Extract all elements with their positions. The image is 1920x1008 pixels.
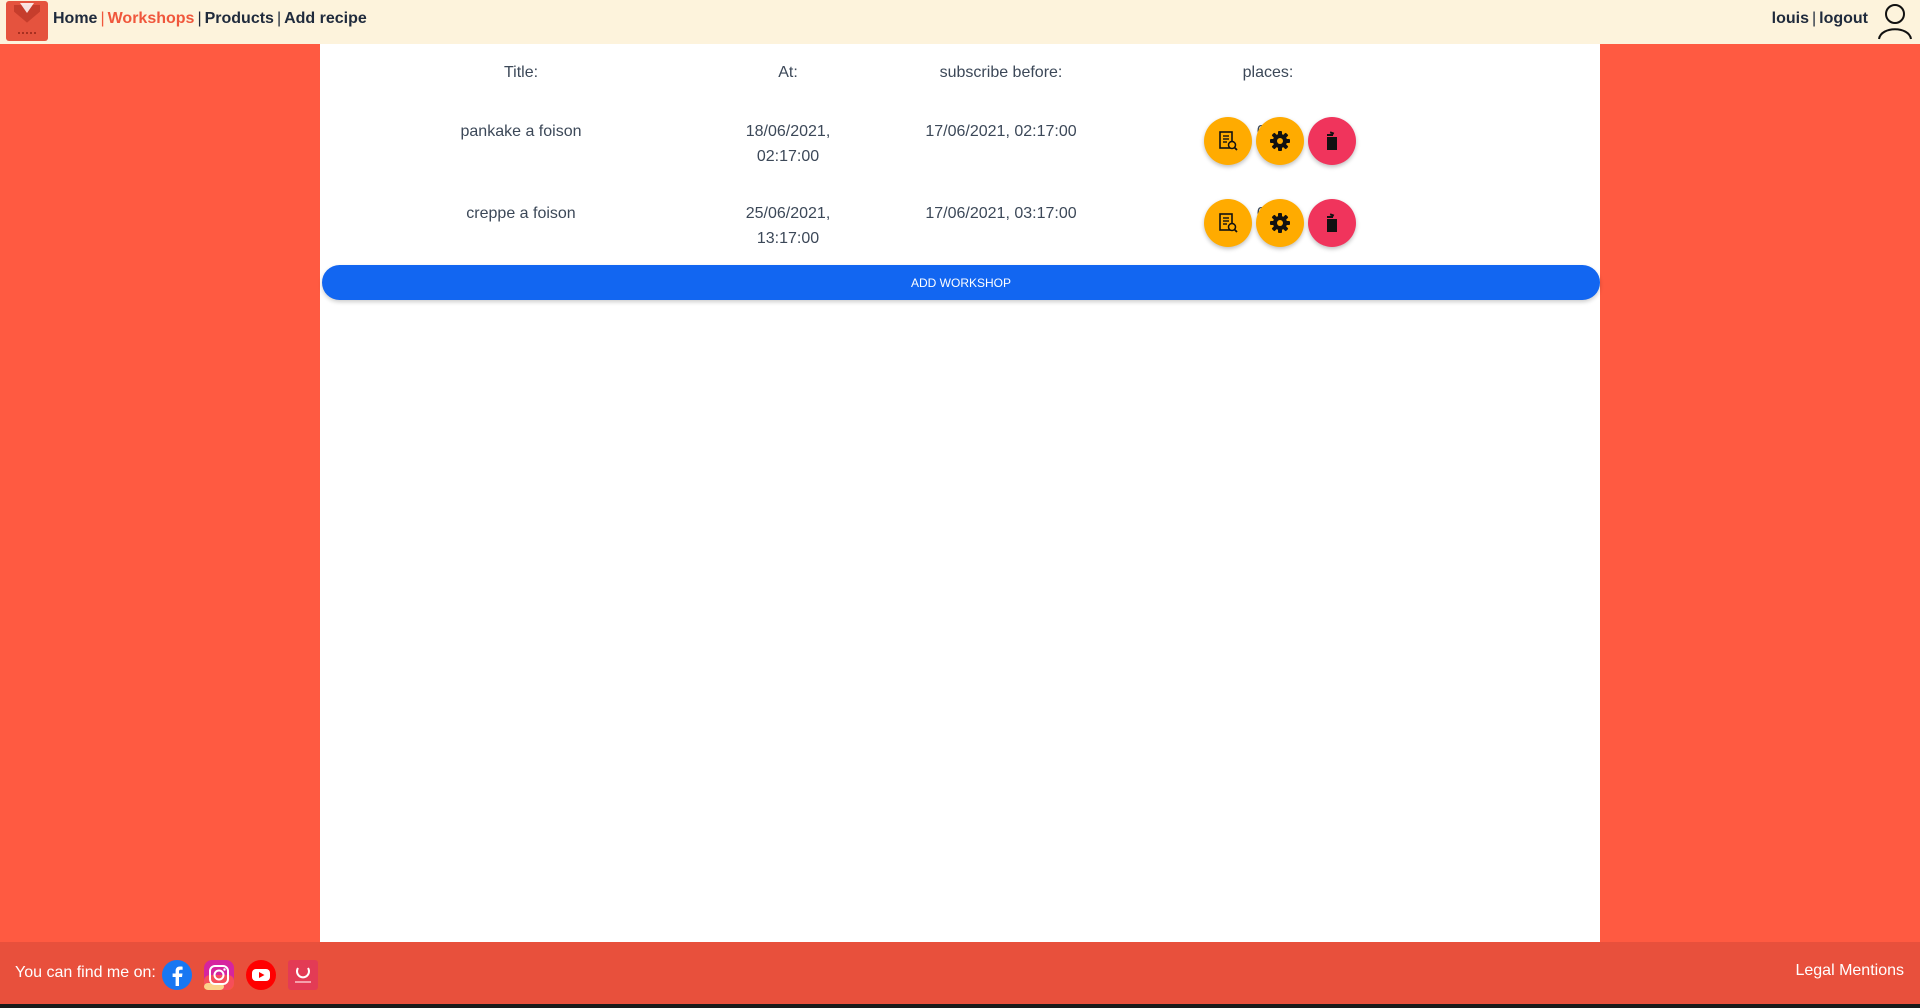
delete-button[interactable]: [1308, 117, 1356, 165]
view-button[interactable]: [1204, 117, 1252, 165]
settings-button[interactable]: [1256, 199, 1304, 247]
trash-icon: [1327, 213, 1337, 232]
brand-link[interactable]: [286, 958, 320, 992]
row-at: 18/06/2021, 02:17:00: [746, 119, 831, 169]
row-at-date: 18/06/2021,: [745, 123, 831, 140]
view-icon: [1219, 213, 1238, 233]
instagram-icon: [204, 960, 234, 990]
settings-button[interactable]: [1256, 117, 1304, 165]
footer: You can find me on: Legal Mentions: [0, 942, 1920, 1008]
gear-icon: [1270, 213, 1290, 233]
row-actions: [1204, 117, 1356, 165]
brand-icon: [288, 960, 318, 990]
row-subscribe-before: 17/06/2021, 03:17:00: [925, 205, 1077, 222]
logo-dots: [18, 32, 36, 35]
row-title: pankake a foison: [460, 123, 582, 140]
row-at-time: 02:17:00: [756, 148, 820, 165]
nav-separator: |: [276, 10, 282, 27]
row-title: creppe a foison: [466, 205, 576, 222]
gear-icon: [1270, 131, 1290, 151]
header-at: At:: [778, 64, 798, 81]
nav-separator: |: [197, 10, 202, 27]
nav-products[interactable]: Products: [205, 10, 274, 27]
nav-separator: |: [100, 10, 105, 27]
add-workshop-button[interactable]: ADD WORKSHOP: [322, 265, 1600, 300]
header-title: Title:: [503, 64, 539, 81]
youtube-link[interactable]: [244, 958, 278, 992]
workshops-panel: Title: At: subscribe before: places: pan…: [320, 44, 1600, 942]
top-navbar: Home | Workshops | Products | Add recipe louis…: [0, 0, 1920, 44]
row-actions: [1204, 199, 1356, 247]
legal-mentions-link[interactable]: Legal Mentions: [1795, 962, 1904, 980]
header-subscribe-before: subscribe before:: [939, 64, 1063, 81]
delete-button[interactable]: [1308, 199, 1356, 247]
trash-icon: [1327, 131, 1337, 150]
youtube-icon: [246, 960, 276, 990]
main-nav: Home | Workshops | Products | Add recipe: [53, 10, 367, 28]
nav-add-recipe[interactable]: Add recipe: [284, 10, 367, 27]
row-subscribe-before: 17/06/2021, 02:17:00: [925, 123, 1077, 140]
header-places: places:: [1242, 64, 1294, 81]
user-separator: |: [1811, 10, 1817, 27]
site-logo[interactable]: [6, 1, 48, 41]
nav-home[interactable]: Home: [53, 10, 97, 27]
row-at-time: 13:17:00: [756, 230, 820, 247]
footer-find-text: You can find me on:: [15, 964, 156, 981]
facebook-icon: [162, 960, 192, 990]
row-at: 25/06/2021, 13:17:00: [746, 201, 831, 251]
view-icon: [1219, 131, 1238, 151]
bottom-edge: [0, 1004, 1920, 1008]
user-menu: louis | logout: [1772, 10, 1868, 28]
username-link[interactable]: louis: [1772, 10, 1809, 27]
row-at-date: 25/06/2021,: [745, 205, 831, 222]
nav-workshops[interactable]: Workshops: [108, 10, 195, 27]
view-button[interactable]: [1204, 199, 1252, 247]
facebook-link[interactable]: [160, 958, 194, 992]
logout-link[interactable]: logout: [1819, 10, 1868, 27]
instagram-link[interactable]: [202, 958, 236, 992]
user-icon[interactable]: [1876, 2, 1914, 40]
